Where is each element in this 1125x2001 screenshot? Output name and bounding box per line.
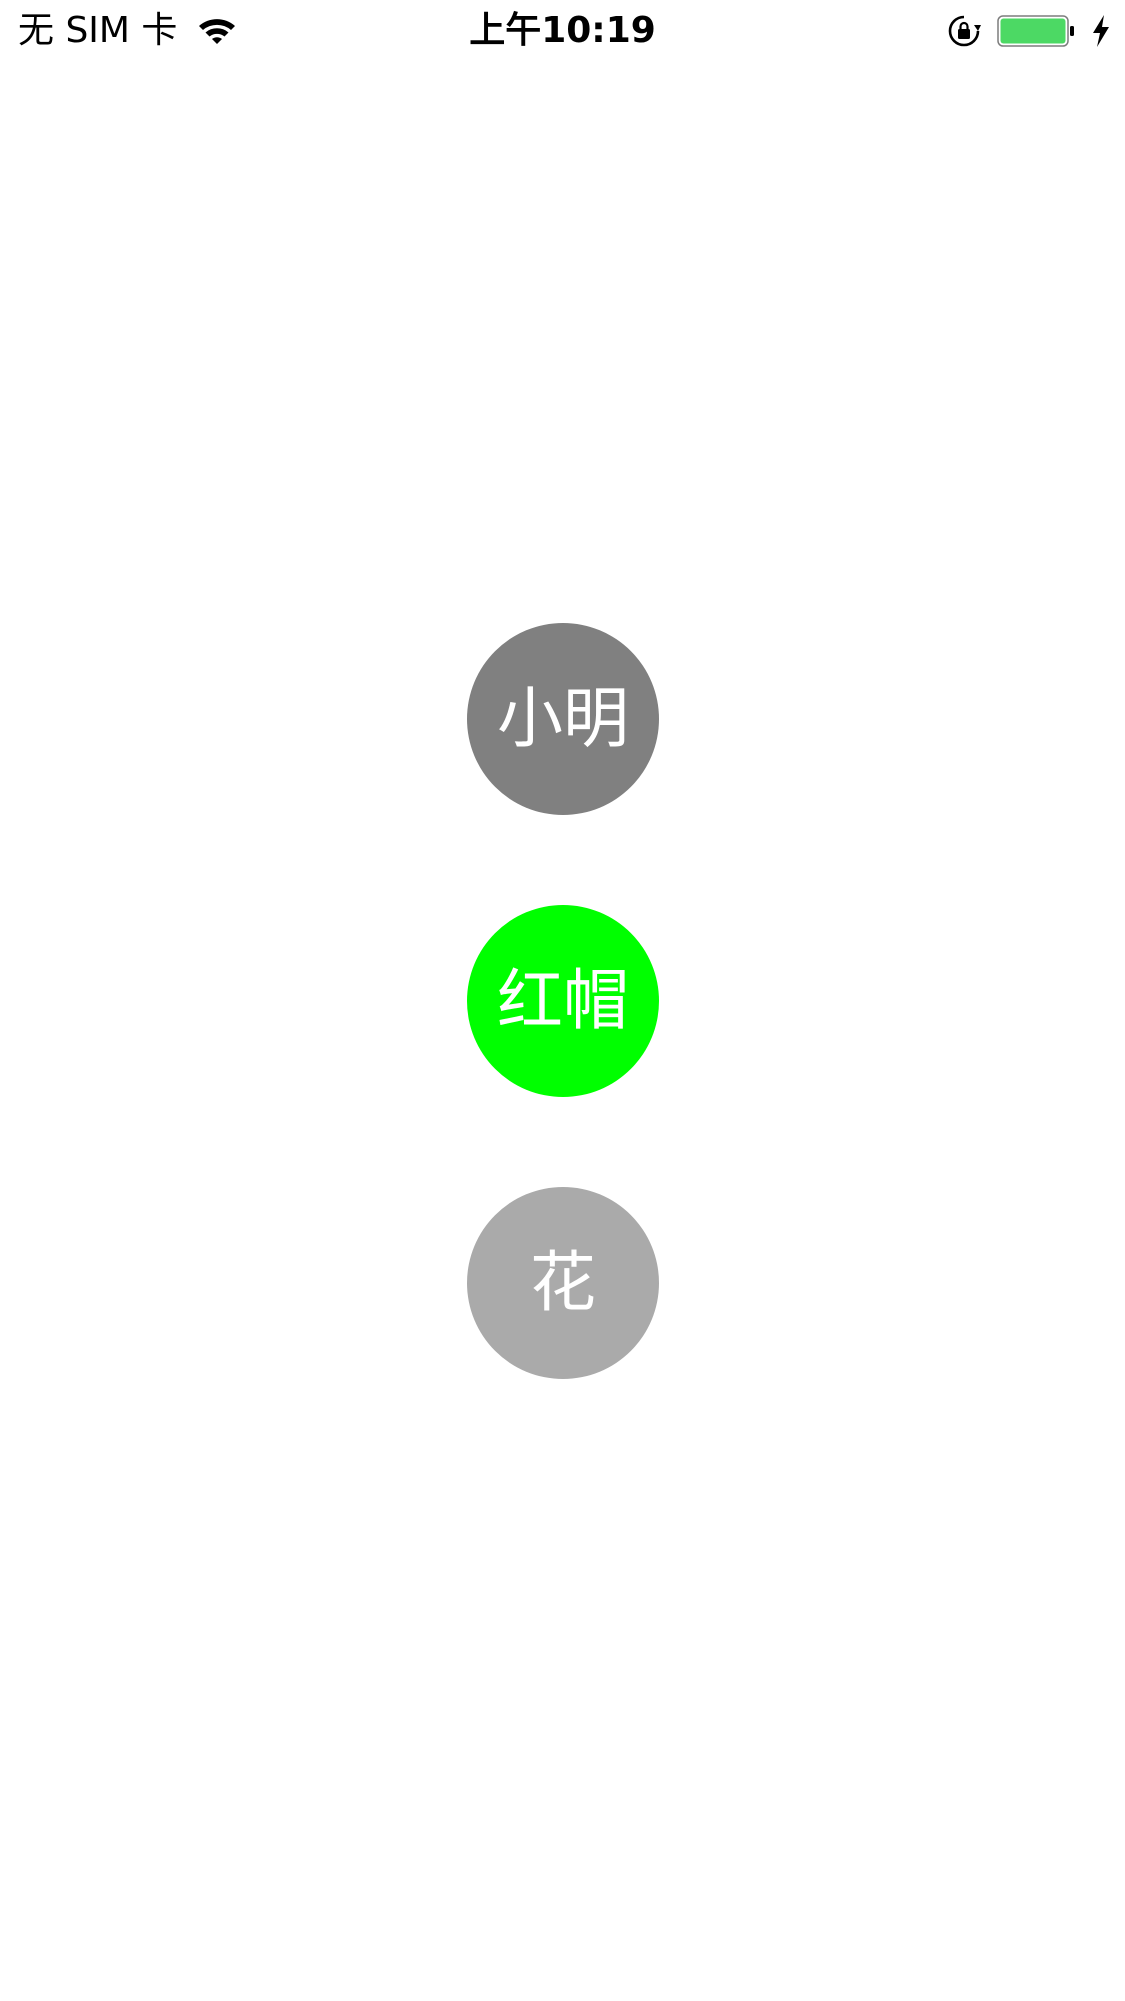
status-bar-right bbox=[947, 8, 1111, 54]
circle-label: 红帽 bbox=[497, 962, 629, 1039]
circle-label: 小明 bbox=[497, 680, 629, 757]
circle-button-xiaoming[interactable]: 小明 bbox=[467, 623, 659, 815]
battery-icon bbox=[997, 15, 1074, 47]
charging-icon bbox=[1093, 15, 1109, 47]
circle-button-hua[interactable]: 花 bbox=[467, 1187, 659, 1379]
circle-label: 花 bbox=[530, 1244, 596, 1321]
circle-button-hongmao[interactable]: 红帽 bbox=[467, 905, 659, 1097]
status-bar: 无 SIM 卡 上午10:19 bbox=[0, 0, 1125, 62]
lock-rotation-icon bbox=[948, 15, 981, 47]
